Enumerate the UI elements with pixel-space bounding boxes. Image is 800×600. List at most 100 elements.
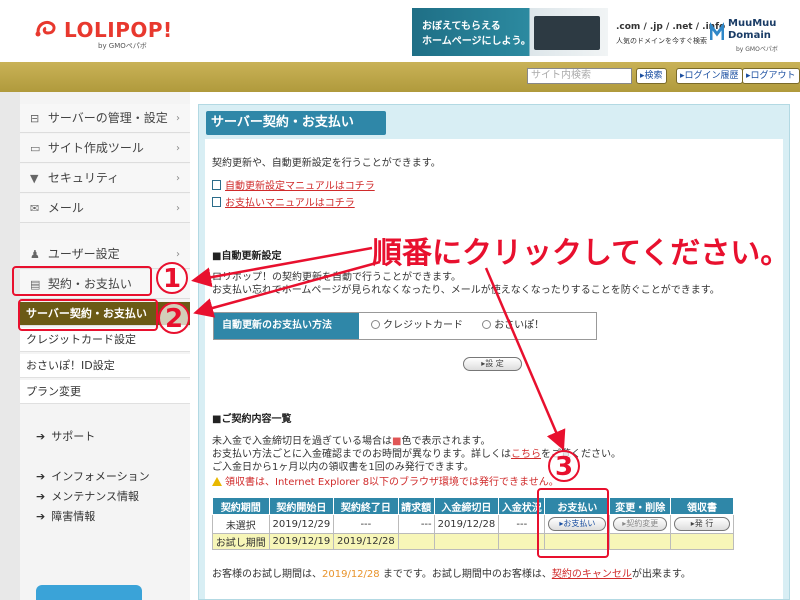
- auto-renew-method-label: 自動更新のお支払い方法: [214, 313, 359, 339]
- contract-note4: 領収書は、Internet Explorer 8以下のブラウザ環境では発行できま…: [212, 473, 559, 488]
- sidebar-edge: [0, 92, 20, 600]
- sidebar-link-failure[interactable]: ➔ 障害情報: [36, 508, 95, 524]
- sidebar-link-information[interactable]: ➔ インフォメーション: [36, 468, 150, 484]
- sidebar-link-maintenance[interactable]: ➔ メンテナンス情報: [36, 488, 139, 504]
- document-icon: [212, 197, 221, 207]
- shield-icon: ▼: [30, 172, 39, 185]
- sidebar-item-server[interactable]: ⊟ サーバーの管理・設定 ›: [20, 104, 190, 133]
- banner2-tagline: 人気のドメインを今すぐ検索: [616, 37, 707, 45]
- sidebar-item-label: メール: [47, 201, 84, 215]
- document-icon: [212, 180, 221, 190]
- col-receipt: 領収書: [670, 497, 734, 515]
- sidebar-item-label: サイト作成ツール: [47, 141, 144, 155]
- cell-empty: [609, 533, 672, 550]
- step-1-badge: 1: [156, 262, 188, 294]
- step-3-badge: 3: [548, 450, 580, 482]
- lolipop-logo[interactable]: LOLIPOP! by GMOペパボ: [34, 14, 194, 54]
- sidebar-link-label: メンテナンス情報: [51, 490, 139, 503]
- muumuu-sub: by GMOペパボ: [736, 46, 778, 53]
- radio-osaipo[interactable]: [482, 320, 492, 329]
- arrow-right-icon: ➔: [36, 470, 46, 483]
- details-link[interactable]: こちら: [511, 449, 541, 460]
- cell-end: ---: [333, 514, 399, 534]
- chevron-right-icon: ›: [176, 173, 180, 184]
- cell-empty: [670, 533, 734, 550]
- banner1-line2: ホームページにしよう。: [422, 36, 531, 47]
- step-2-badge: 2: [158, 302, 190, 334]
- cell-amount: ---: [397, 514, 435, 534]
- intro-text: 契約更新や、自動更新設定を行うことができます。: [212, 158, 441, 169]
- chevron-right-icon: ›: [176, 143, 180, 154]
- chevron-right-icon: ›: [176, 113, 180, 124]
- auto-renew-manual-label: 自動更新設定マニュアルはコチラ: [225, 181, 375, 192]
- lolipop-logo-icon: [35, 20, 56, 37]
- cancel-contract-link[interactable]: 契約のキャンセル: [552, 569, 632, 580]
- server-icon: ⊟: [30, 112, 40, 125]
- sidebar-item-site-tools[interactable]: ▭ サイト作成ツール ›: [20, 134, 190, 163]
- login-history-button[interactable]: ▸ログイン履歴: [676, 68, 743, 84]
- set-button[interactable]: ▸設 定: [463, 357, 522, 371]
- payment-manual-link[interactable]: お支払いマニュアルはコチラ: [212, 194, 355, 209]
- annotation-box-3: [537, 488, 609, 558]
- sidebar-subitem-plan-change[interactable]: プラン変更: [20, 380, 190, 404]
- cell-empty: [397, 533, 435, 550]
- footer-part3: が出来ます。: [631, 569, 691, 580]
- auto-renew-manual-link[interactable]: 自動更新設定マニュアルはコチラ: [212, 177, 375, 192]
- cell-receipt: ▸発 行: [670, 514, 734, 534]
- laptop-icon: ▭: [30, 142, 41, 155]
- sidebar-link-label: サポート: [51, 430, 96, 443]
- cell-trial-end: 2019/12/28: [333, 533, 399, 550]
- radio-credit-card[interactable]: [371, 320, 380, 329]
- cell-deadline: 2019/12/28: [433, 514, 500, 534]
- cell-empty: [433, 533, 500, 550]
- sidebar-item-label: サーバーの管理・設定: [47, 111, 168, 125]
- muumuu-brand: MuuMuu Domain: [728, 18, 776, 42]
- auto-renew-heading: ■自動更新設定: [212, 251, 282, 262]
- muumuu-brand-line1: MuuMuu: [728, 18, 777, 29]
- sidebar-item-security[interactable]: ▼ セキュリティ ›: [20, 164, 190, 193]
- contract-note4-text: 領収書は、Internet Explorer 8以下のブラウザ環境では発行できま…: [225, 477, 559, 488]
- option-osaipo-label: おさいぽ！: [494, 320, 545, 331]
- auto-renew-desc2: お支払い忘れでホームページが見られなくなったり、メールが使えなくなったりすること…: [212, 285, 720, 296]
- site-search-input[interactable]: サイト内検索: [527, 68, 632, 84]
- sidebar-link-label: インフォメーション: [51, 470, 150, 483]
- sidebar-subitem-osaipo-id[interactable]: おさいぽ！ID設定: [20, 354, 190, 378]
- trial-footer-note: お客様のお試し期間は、2019/12/28 までです。お試し期間中のお客様は、契…: [212, 565, 691, 580]
- banner2-domains: .com / .jp / .net / .info: [616, 22, 726, 32]
- sidebar-item-label: ユーザー設定: [47, 247, 120, 261]
- cell-trial-start: 2019/12/19: [268, 533, 335, 550]
- trial-end-date: 2019/12/28: [322, 569, 380, 580]
- arrow-right-icon: ➔: [36, 510, 46, 523]
- option-osaipo[interactable]: おさいぽ！: [482, 320, 544, 331]
- muumuu-logo-icon: [710, 22, 724, 40]
- contract-heading: ■ご契約内容一覧: [212, 414, 292, 425]
- logo-wordmark: LOLIPOP!: [64, 18, 173, 42]
- footer-part2: までです。お試し期間中のお客様は、: [379, 569, 552, 580]
- contract-note3: ご入金日から1ヶ月以内の領収書を1回のみ発行できます。: [212, 462, 474, 473]
- auto-renew-table: 自動更新のお支払い方法 クレジットカード おさいぽ！: [213, 312, 597, 340]
- logout-button[interactable]: ▸ログアウト: [742, 68, 800, 84]
- sidebar-item-label: セキュリティ: [47, 171, 120, 185]
- header: LOLIPOP! by GMOペパボ おぼえてもらえる ホームページにしよう。 …: [0, 0, 800, 62]
- option-credit-card[interactable]: クレジットカード: [371, 320, 463, 331]
- cell-period: 未選択: [212, 514, 270, 534]
- warning-icon: [212, 477, 222, 486]
- cell-change: ▸契約変更: [609, 514, 672, 534]
- laptop-image: [534, 16, 600, 50]
- arrow-right-icon: ➔: [36, 430, 46, 443]
- sidebar-link-support[interactable]: ➔ サポート: [36, 428, 95, 444]
- search-button[interactable]: ▸検索: [636, 68, 667, 84]
- banner1-line1: おぼえてもらえる: [422, 21, 501, 32]
- annotation-box-1: [12, 266, 152, 296]
- arrow-right-icon: ➔: [36, 490, 46, 503]
- issue-receipt-button[interactable]: ▸発 行: [674, 517, 731, 531]
- page-title: サーバー契約・お支払い: [206, 111, 386, 135]
- muumuu-banner[interactable]: .com / .jp / .net / .info 人気のドメインを今すぐ検索 …: [612, 8, 792, 56]
- homepage-banner[interactable]: おぼえてもらえる ホームページにしよう。: [412, 8, 608, 56]
- change-contract-button[interactable]: ▸契約変更: [613, 517, 668, 531]
- sidebar-link-label: 障害情報: [51, 510, 96, 523]
- sidebar-item-mail[interactable]: ✉ メール ›: [20, 194, 190, 223]
- footer-part1: お客様のお試し期間は、: [212, 569, 322, 580]
- payment-manual-label: お支払いマニュアルはコチラ: [225, 198, 355, 209]
- sidebar-banner[interactable]: [36, 585, 142, 600]
